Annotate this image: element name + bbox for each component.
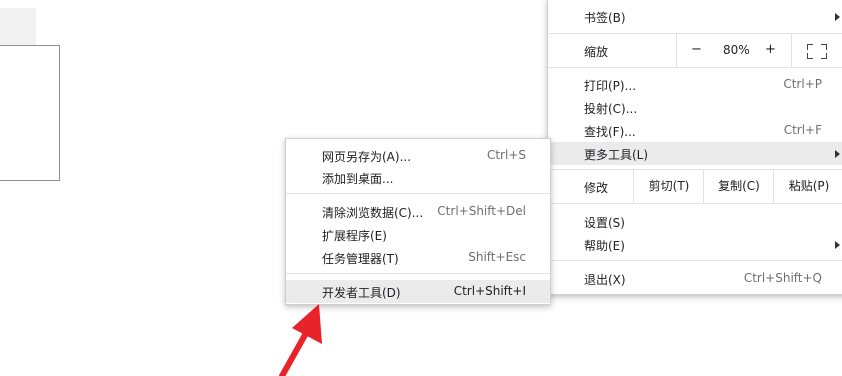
menu-item-label: 网页另存为(A)... [322,150,412,164]
menu-item-print[interactable]: 打印(P)... Ctrl+P [548,73,842,96]
annotation-arrow-icon [279,304,322,376]
menu-separator [548,203,842,204]
menu-item-shortcut: Ctrl+S [486,148,526,162]
menu-separator [286,193,550,194]
menu-item-label: 设置(S) [584,216,625,230]
menu-item-label: 任务管理器(T) [322,252,399,266]
zoom-out-button[interactable]: − [691,42,702,57]
menu-item-label: 投射(C)... [584,102,638,116]
fullscreen-button[interactable] [791,34,842,67]
zoom-row: 缩放 − 80% + [548,34,842,67]
menu-item-label: 查找(F)... [584,125,636,139]
zoom-in-button[interactable]: + [765,42,776,57]
submenu-item-task-manager[interactable]: 任务管理器(T) Shift+Esc [286,246,550,269]
browser-main-menu: 书签(B) 缩放 − 80% + 打印(P)... Ctrl+P 投射(C)..… [547,0,842,295]
menu-item-more-tools[interactable]: 更多工具(L) [548,142,842,165]
menu-separator [548,67,842,68]
menu-separator [286,273,550,274]
submenu-arrow-icon [835,241,840,249]
more-tools-submenu: 网页另存为(A)... Ctrl+S 添加到桌面... 清除浏览数据(C)...… [285,138,551,305]
menu-item-label: 清除浏览数据(C)... [322,206,424,220]
edit-row: 修改 剪切(T) 复制(C) 粘贴(P) [548,170,842,203]
zoom-controls: − 80% + [676,34,841,67]
menu-item-label: 打印(P)... [584,79,637,93]
submenu-item-add-to-desktop[interactable]: 添加到桌面... [286,166,550,189]
submenu-arrow-icon [835,13,840,21]
menu-item-shortcut: Ctrl+Shift+I [453,284,526,298]
page-frame-box [0,45,60,181]
menu-item-shortcut: Ctrl+Shift+Q [743,271,822,285]
menu-item-bookmarks[interactable]: 书签(B) [548,5,842,28]
menu-item-label: 开发者工具(D) [322,286,401,300]
menu-item-find[interactable]: 查找(F)... Ctrl+F [548,119,842,142]
menu-separator [548,260,842,261]
menu-item-shortcut: Ctrl+F [783,123,822,137]
submenu-item-save-page[interactable]: 网页另存为(A)... Ctrl+S [286,144,550,167]
fullscreen-icon-corner [821,53,827,59]
menu-item-exit[interactable]: 退出(X) Ctrl+Shift+Q [548,267,842,290]
submenu-item-clear-data[interactable]: 清除浏览数据(C)... Ctrl+Shift+Del [286,200,550,223]
edit-label: 修改 [584,181,609,195]
menu-item-label: 帮助(E) [584,239,625,253]
submenu-item-extensions[interactable]: 扩展程序(E) [286,223,550,246]
menu-item-label: 添加到桌面... [322,172,394,186]
menu-item-shortcut: Ctrl+P [783,77,822,91]
submenu-arrow-icon [835,150,840,158]
menu-item-shortcut: Ctrl+Shift+Del [437,204,526,218]
menu-item-help[interactable]: 帮助(E) [548,233,842,256]
fullscreen-icon-corner [807,53,813,59]
menu-item-settings[interactable]: 设置(S) [548,210,842,233]
fullscreen-icon-corner [821,44,827,50]
zoom-level-value: 80% [723,43,750,57]
fullscreen-icon [807,44,813,50]
menu-item-shortcut: Shift+Esc [468,250,526,264]
menu-item-label: 扩展程序(E) [322,229,387,243]
menu-item-cast[interactable]: 投射(C)... [548,96,842,119]
copy-button[interactable]: 复制(C) [703,170,774,203]
menu-item-label: 更多工具(L) [584,148,649,162]
menu-item-label: 书签(B) [584,11,626,25]
paste-button[interactable]: 粘贴(P) [773,170,842,203]
cut-button[interactable]: 剪切(T) [633,170,704,203]
zoom-label: 缩放 [584,45,609,59]
menu-item-label: 退出(X) [584,273,626,287]
